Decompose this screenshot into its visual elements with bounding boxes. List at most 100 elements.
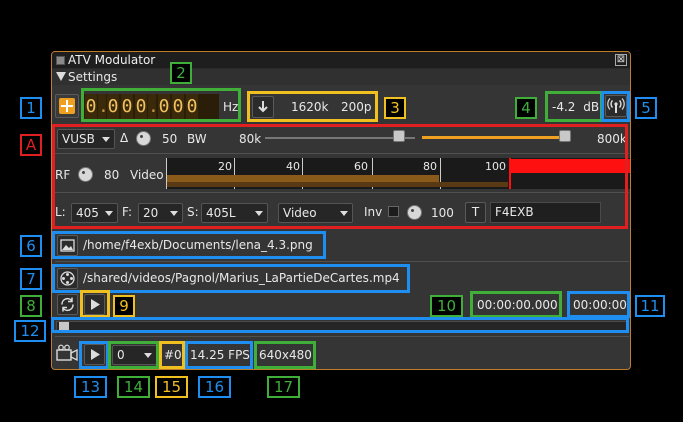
play-camera-button[interactable] [84, 344, 105, 365]
annotation-label-5: 5 [635, 97, 657, 119]
play-icon [91, 299, 100, 310]
camera-frame-size: 640x480 [259, 348, 312, 362]
fps-value: 20 [143, 206, 159, 220]
chevron-down-icon [105, 211, 113, 216]
title-bar[interactable]: ATV Modulator ⊠ [52, 52, 630, 69]
video-length: 00:00:00 [573, 298, 627, 312]
chevron-down-icon [102, 137, 110, 142]
scale-label: 80 [423, 160, 437, 173]
settings-label: Settings [68, 70, 118, 84]
open-image-button[interactable] [57, 235, 78, 256]
l-label: L: [55, 205, 66, 219]
bw-slider-fill [422, 136, 566, 139]
bw-max-label: 800k [597, 132, 627, 146]
meter-overload-zone [510, 159, 630, 173]
camera-index: #0 [164, 348, 182, 362]
freq-digit[interactable]: 0 [107, 94, 119, 120]
modulation-value: VUSB [62, 132, 95, 146]
plus-icon [59, 98, 75, 114]
invert-checkbox[interactable] [388, 206, 399, 217]
download-arrow-icon [258, 101, 268, 113]
lines-select[interactable]: 405 [71, 203, 118, 223]
chevron-down-icon [144, 353, 152, 358]
standard-select[interactable]: 405L [201, 203, 268, 223]
video-seek-track[interactable] [56, 321, 627, 331]
scale-label: 40 [286, 160, 300, 173]
bw-slider-handle[interactable] [393, 130, 405, 142]
input-source-select[interactable]: Video [278, 203, 353, 223]
annotation-label-4: 4 [515, 97, 537, 119]
overlay-text-value: F4EXB [495, 205, 534, 219]
camera-icon [56, 344, 78, 362]
annotation-label-17: 17 [267, 376, 300, 398]
channel-marker-button[interactable] [55, 94, 79, 118]
freq-unit: Hz [223, 100, 239, 114]
scale-label: 100 [485, 160, 506, 173]
camera-device-select[interactable]: 0 [112, 345, 157, 365]
inv-label: Inv [364, 205, 383, 219]
level-unit: dB [583, 100, 600, 114]
uniform-level-knob[interactable] [407, 205, 422, 220]
scale-label: 60 [354, 160, 368, 173]
f-label: F: [122, 205, 133, 219]
annotation-label-a: A [20, 134, 42, 156]
divider [55, 153, 629, 154]
chevron-down-icon [255, 211, 263, 216]
text-edit-button[interactable]: T [465, 202, 486, 223]
s-label: S: [187, 205, 199, 219]
play-video-button[interactable] [84, 294, 105, 315]
film-reel-icon [60, 271, 75, 286]
window-title: ATV Modulator [68, 53, 156, 67]
collapse-triangle-icon[interactable] [56, 72, 66, 81]
annotation-label-10: 10 [430, 295, 463, 317]
freq-separator: . [98, 94, 109, 120]
modulation-select[interactable]: VUSB [57, 129, 115, 149]
bw-min-label: 80k [239, 132, 262, 146]
image-file-path: /home/f4exb/Documents/lena_4.3.png [83, 238, 313, 252]
freq-digit[interactable]: 0 [172, 94, 184, 120]
chevron-down-icon [340, 211, 348, 216]
overlay-text-input[interactable]: F4EXB [490, 202, 601, 223]
delta-value: 50 [162, 132, 178, 146]
window-icon [56, 56, 65, 65]
open-video-button[interactable] [57, 268, 78, 289]
annotation-label-8: 8 [20, 295, 42, 317]
annotation-label-1: 1 [20, 97, 42, 119]
loop-button[interactable] [57, 294, 78, 315]
rf-value: 80 [104, 168, 120, 182]
settings-header[interactable]: Settings [52, 69, 630, 85]
video-file-path: /shared/videos/Pagnol/Marius_LaPartieDeC… [83, 271, 400, 285]
sample-rate: 1620k [291, 100, 329, 114]
down-arrow-button[interactable] [252, 96, 274, 118]
atv-modulator-window: ATV Modulator ⊠ Settings 0 . 0 0 0 . 0 0… [51, 51, 631, 370]
close-button[interactable]: ⊠ [615, 54, 627, 66]
bw-max-handle[interactable] [559, 130, 571, 142]
fps-select[interactable]: 20 [138, 203, 183, 223]
camera-fps: 14.25 FPS [190, 348, 250, 362]
freq-digit[interactable]: 0 [85, 94, 97, 120]
annotation-label-9: 9 [113, 295, 135, 317]
delta-label: Δ [120, 131, 129, 145]
freq-digit[interactable]: 0 [121, 94, 133, 120]
annotation-label-3: 3 [384, 97, 406, 119]
freq-digit[interactable]: 0 [186, 94, 198, 120]
uniform-level-value: 100 [431, 206, 454, 220]
annotation-label-13: 13 [74, 376, 107, 398]
image-file-icon [60, 239, 75, 252]
channel-power-button[interactable] [605, 95, 627, 117]
delta-knob[interactable] [136, 131, 151, 146]
camera-device-value: 0 [117, 348, 125, 362]
frequency-dial[interactable]: 0 . 0 0 0 . 0 0 0 [84, 94, 219, 120]
freq-digit[interactable]: 0 [158, 94, 170, 120]
video-level-meter: 20 40 60 80 100 [166, 158, 630, 189]
annotation-label-15: 15 [155, 376, 188, 398]
freq-digit[interactable]: 0 [135, 94, 147, 120]
meter-overload-line [509, 158, 511, 189]
lines-value: 405 [76, 206, 99, 220]
seek-handle[interactable] [59, 322, 69, 330]
rf-gain-knob[interactable] [78, 167, 93, 182]
freq-separator: . [148, 94, 159, 120]
input-source-value: Video [283, 206, 317, 220]
divider [55, 192, 629, 193]
level-value: -4.2 [552, 100, 576, 114]
